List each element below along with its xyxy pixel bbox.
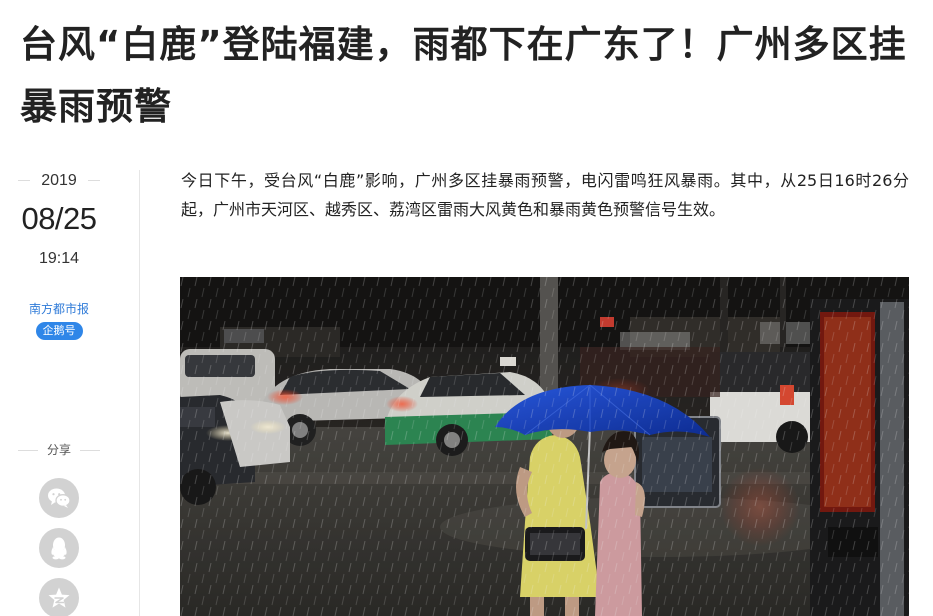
publish-year: 2019 [41,172,77,189]
source-badge[interactable]: 企鹅号 [35,322,83,340]
publish-time: 19:14 [38,250,80,267]
source-link[interactable]: 南方都市报 [18,301,100,317]
share-panel: 分享 [18,440,100,616]
wechat-icon [48,488,71,508]
rainy-street-photo [180,277,909,616]
article-photo[interactable] [180,277,909,616]
qq-icon [51,537,67,560]
publish-year-row: 2019 [18,168,100,194]
share-qzone-button[interactable] [39,578,79,616]
article-paragraph: 今日下午，受台风“白鹿”影响，广州多区挂暴雨预警，电闪雷鸣狂风暴雨。其中，从25… [181,171,909,219]
publish-date: 08/25 [21,201,97,236]
qzone-star-icon [48,587,70,608]
article-meta: 2019 08/25 19:14 南方都市报 企鹅号 [18,168,100,340]
share-wechat-button[interactable] [39,478,79,518]
article-title: 台风“白鹿”登陆福建，雨都下在广东了！广州多区挂暴雨预警 [20,23,907,128]
meta-divider [139,170,140,616]
share-qq-button[interactable] [39,528,79,568]
share-label: 分享 [18,440,100,460]
